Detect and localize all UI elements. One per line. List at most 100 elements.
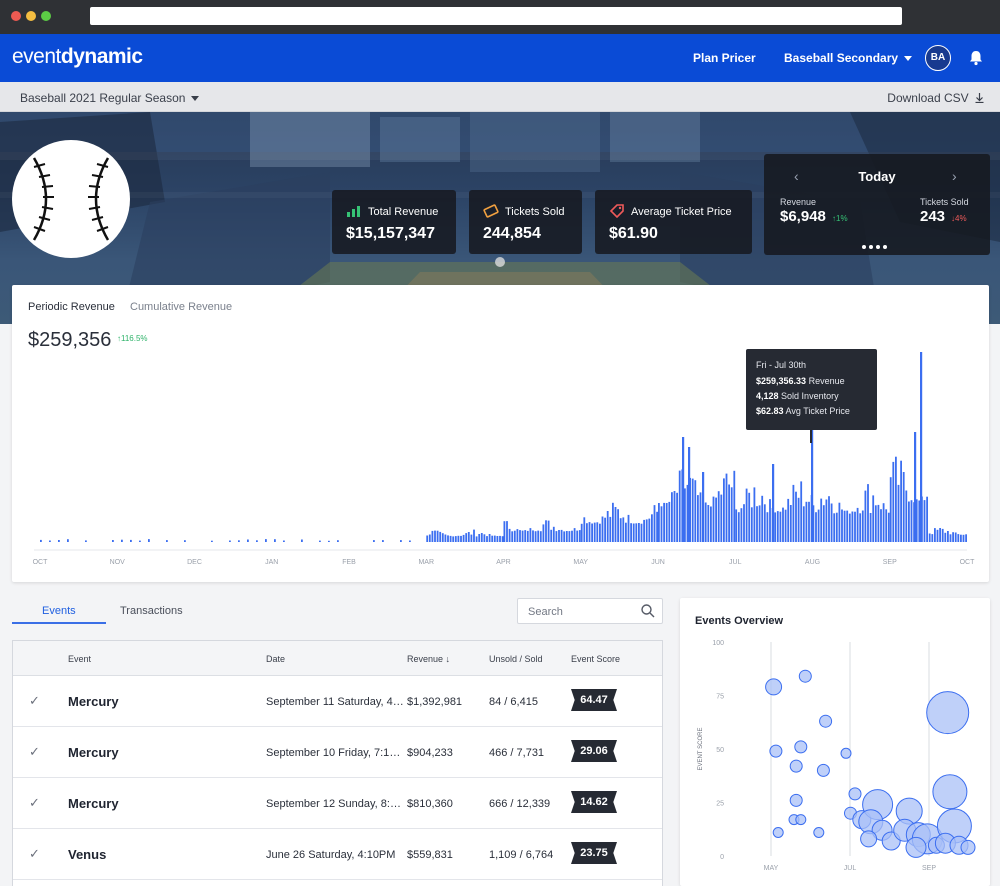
- revenue-bar[interactable]: [733, 470, 736, 542]
- revenue-bar[interactable]: [957, 534, 960, 542]
- revenue-bar[interactable]: [797, 497, 800, 542]
- revenue-bar[interactable]: [645, 519, 648, 542]
- revenue-bar[interactable]: [660, 506, 663, 542]
- revenue-bar[interactable]: [939, 528, 941, 542]
- revenue-bar[interactable]: [872, 495, 875, 542]
- next-arrow-icon[interactable]: ›: [952, 168, 957, 184]
- revenue-bar[interactable]: [449, 535, 452, 542]
- revenue-bar[interactable]: [409, 540, 411, 543]
- revenue-bar[interactable]: [792, 484, 795, 542]
- revenue-bar[interactable]: [717, 491, 720, 542]
- revenue-bar[interactable]: [563, 531, 566, 542]
- revenue-bar[interactable]: [184, 540, 186, 542]
- revenue-bar[interactable]: [954, 532, 957, 543]
- revenue-bar[interactable]: [441, 533, 444, 542]
- revenue-bar[interactable]: [753, 487, 756, 542]
- revenue-bar[interactable]: [923, 500, 926, 542]
- revenue-bar[interactable]: [941, 528, 944, 542]
- revenue-bar[interactable]: [877, 504, 880, 542]
- revenue-bar[interactable]: [436, 530, 439, 542]
- revenue-bar[interactable]: [558, 530, 560, 542]
- event-bubble[interactable]: [840, 747, 852, 759]
- column-header-revenue[interactable]: Revenue ↓: [407, 654, 450, 664]
- revenue-bar[interactable]: [808, 501, 810, 542]
- search-input[interactable]: Search: [517, 598, 663, 624]
- revenue-bar[interactable]: [795, 491, 797, 542]
- event-bubble[interactable]: [848, 787, 862, 801]
- column-header-event[interactable]: Event: [68, 654, 91, 664]
- revenue-bar[interactable]: [265, 539, 267, 542]
- table-row[interactable]: ✓ Mercury September 10 Friday, 7:10PM $9…: [13, 727, 662, 778]
- revenue-bar[interactable]: [835, 512, 838, 542]
- revenue-bar[interactable]: [838, 502, 841, 542]
- revenue-bar[interactable]: [817, 509, 820, 542]
- revenue-bar[interactable]: [936, 529, 939, 542]
- event-bubble[interactable]: [932, 774, 968, 810]
- revenue-bar[interactable]: [591, 523, 593, 543]
- revenue-bar[interactable]: [735, 509, 738, 542]
- table-row[interactable]: ✓ Mercury September 11 Saturday, 4:10PM …: [13, 676, 662, 727]
- revenue-bar[interactable]: [447, 535, 449, 542]
- event-bubble[interactable]: [813, 827, 825, 838]
- revenue-bar[interactable]: [58, 540, 60, 542]
- revenue-bar[interactable]: [882, 503, 885, 542]
- revenue-bar[interactable]: [960, 534, 962, 542]
- revenue-bar[interactable]: [475, 536, 478, 542]
- revenue-bar[interactable]: [728, 484, 730, 543]
- revenue-bar[interactable]: [426, 535, 429, 543]
- revenue-bar[interactable]: [653, 505, 656, 542]
- revenue-bar[interactable]: [588, 522, 591, 542]
- logo[interactable]: eventdynamic: [12, 45, 143, 69]
- revenue-bar[interactable]: [547, 520, 550, 542]
- revenue-bar[interactable]: [843, 510, 846, 542]
- revenue-bar[interactable]: [673, 491, 676, 542]
- revenue-bar[interactable]: [848, 513, 851, 542]
- revenue-bar[interactable]: [555, 531, 558, 542]
- revenue-bar[interactable]: [454, 536, 457, 542]
- revenue-bar[interactable]: [67, 539, 69, 542]
- revenue-bar[interactable]: [905, 490, 908, 543]
- revenue-bar[interactable]: [715, 497, 717, 542]
- revenue-bar[interactable]: [568, 531, 571, 542]
- revenue-bar[interactable]: [473, 529, 475, 542]
- revenue-bar[interactable]: [737, 512, 740, 542]
- revenue-bar[interactable]: [694, 480, 697, 542]
- revenue-bar[interactable]: [526, 530, 529, 542]
- revenue-bar[interactable]: [910, 500, 913, 542]
- search-icon[interactable]: [640, 603, 656, 619]
- revenue-bar[interactable]: [769, 499, 771, 542]
- revenue-bar[interactable]: [885, 509, 888, 542]
- revenue-bar[interactable]: [944, 532, 947, 542]
- revenue-bar[interactable]: [846, 510, 849, 542]
- revenue-bar[interactable]: [688, 447, 691, 542]
- event-bubble[interactable]: [789, 759, 803, 773]
- revenue-bar[interactable]: [49, 540, 51, 543]
- revenue-bar[interactable]: [756, 506, 758, 542]
- revenue-bar[interactable]: [648, 518, 651, 542]
- revenue-bar[interactable]: [599, 523, 601, 542]
- maximize-window-dot[interactable]: [41, 11, 51, 21]
- revenue-bar[interactable]: [949, 534, 952, 542]
- revenue-bar[interactable]: [712, 496, 715, 542]
- carousel-dots[interactable]: [862, 236, 890, 254]
- revenue-bar[interactable]: [789, 505, 792, 542]
- download-csv-button[interactable]: Download CSV: [887, 91, 984, 105]
- revenue-bar[interactable]: [439, 531, 442, 542]
- revenue-bar[interactable]: [121, 539, 123, 542]
- revenue-bar[interactable]: [897, 484, 900, 542]
- revenue-bar[interactable]: [508, 528, 511, 542]
- revenue-bar[interactable]: [725, 473, 728, 542]
- revenue-bar[interactable]: [856, 507, 859, 542]
- revenue-bar[interactable]: [256, 540, 258, 542]
- revenue-bar[interactable]: [166, 540, 168, 542]
- revenue-bar[interactable]: [519, 530, 521, 542]
- revenue-bar[interactable]: [604, 517, 606, 542]
- event-bubble[interactable]: [769, 744, 783, 758]
- revenue-bar[interactable]: [483, 534, 486, 542]
- revenue-bar[interactable]: [699, 492, 702, 542]
- revenue-bar[interactable]: [480, 533, 483, 542]
- event-bubble[interactable]: [789, 793, 803, 807]
- revenue-bar[interactable]: [247, 539, 249, 543]
- revenue-bar[interactable]: [952, 532, 954, 542]
- revenue-bar[interactable]: [643, 519, 645, 542]
